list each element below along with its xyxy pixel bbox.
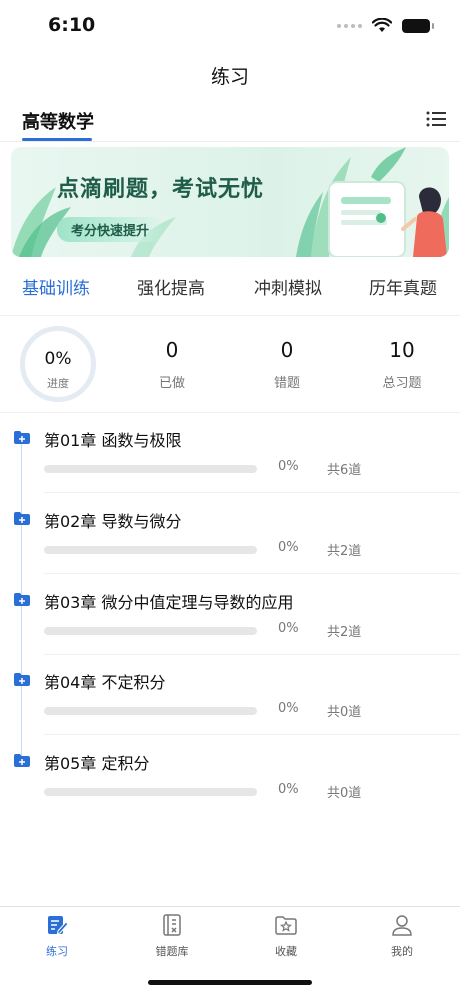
wifi-icon — [372, 18, 392, 32]
tab-intensive[interactable]: 强化提高 — [137, 274, 205, 299]
cellular-signal-icon — [337, 23, 362, 28]
status-indicators — [337, 18, 434, 33]
page-title: 练习 — [210, 66, 249, 88]
stat-wrong-label: 错题 — [273, 376, 300, 391]
chapter-title: 第01章 函数与极限 — [44, 431, 182, 450]
tabbar-item-profile[interactable]: 我的 — [362, 913, 442, 959]
chapter-item[interactable]: 第02章 导数与微分 0% 共2道 — [0, 494, 460, 574]
chapter-percent: 0% — [278, 782, 299, 797]
divider — [44, 492, 460, 493]
chapter-percent: 0% — [278, 540, 299, 555]
stat-wrong-value: 0 — [280, 338, 294, 362]
chapter-title: 第04章 不定积分 — [44, 673, 166, 692]
stat-done: 0 已做 — [132, 338, 212, 391]
chapter-title: 第03章 微分中值定理与导数的应用 — [44, 593, 294, 612]
status-time: 6:10 — [48, 14, 96, 36]
stat-total-value: 10 — [389, 338, 415, 362]
tabbar-label: 我的 — [391, 945, 413, 958]
chapter-item[interactable]: 第03章 微分中值定理与导数的应用 0% 共2道 — [0, 575, 460, 655]
folder-add-icon — [14, 673, 30, 686]
chapter-question-count: 共2道 — [327, 625, 362, 640]
promo-banner[interactable]: 点滴刷题，考试无忧 考分快速提升 — [11, 147, 449, 257]
subject-tab[interactable]: 高等数学 — [22, 108, 94, 134]
chapter-question-count: 共0道 — [327, 786, 362, 801]
tabbar-item-practice[interactable]: 练习 — [17, 913, 97, 959]
chapter-title: 第05章 定积分 — [44, 754, 150, 773]
user-icon — [392, 915, 412, 936]
subject-selector: 高等数学 — [0, 100, 460, 142]
edit-note-icon — [48, 916, 69, 935]
chapter-progress-bar — [44, 788, 257, 796]
chapter-question-count: 共6道 — [327, 463, 362, 478]
folder-add-icon — [14, 431, 30, 444]
chapter-title: 第02章 导数与微分 — [44, 512, 182, 531]
folder-add-icon — [14, 754, 30, 767]
tab-sprint-mock[interactable]: 冲刺模拟 — [254, 274, 322, 299]
progress-value: 0% — [44, 349, 72, 369]
chapter-item[interactable]: 第05章 定积分 0% 共0道 — [0, 736, 460, 816]
stat-wrong: 0 错题 — [247, 338, 327, 391]
chapter-progress-bar — [44, 707, 257, 715]
chapter-question-count: 共2道 — [327, 544, 362, 559]
chapter-progress-bar — [44, 465, 257, 473]
tabbar-item-error-book[interactable]: 错题库 — [132, 913, 212, 959]
chapter-percent: 0% — [278, 459, 299, 474]
chapter-item[interactable]: 第01章 函数与极限 0% 共6道 — [0, 413, 460, 493]
star-folder-icon — [275, 916, 297, 935]
banner-tagline: 考分快速提升 — [57, 217, 164, 242]
chapter-progress-bar — [44, 627, 257, 635]
tabbar-item-favorites[interactable]: 收藏 — [246, 913, 326, 959]
home-indicator — [148, 980, 312, 985]
tabbar-label: 练习 — [46, 945, 68, 958]
status-bar: 6:10 — [0, 0, 460, 52]
tabbar-label: 错题库 — [155, 945, 189, 958]
chapter-progress-bar — [44, 546, 257, 554]
stat-total-label: 总习题 — [382, 376, 422, 391]
divider — [44, 573, 460, 574]
banner-title: 点滴刷题，考试无忧 — [57, 177, 265, 202]
folder-add-icon — [14, 593, 30, 606]
chapter-percent: 0% — [278, 621, 299, 636]
stat-total: 10 总习题 — [362, 338, 442, 391]
tab-basic-training[interactable]: 基础训练 — [22, 274, 90, 299]
practice-type-tabs: 基础训练 强化提高 冲刺模拟 历年真题 — [0, 274, 460, 304]
tab-past-exams[interactable]: 历年真题 — [369, 274, 437, 299]
battery-icon — [402, 18, 434, 33]
stats-panel: 0% 进度 0 已做 0 错题 10 总习题 — [0, 320, 460, 410]
divider — [0, 315, 460, 316]
folder-add-icon — [14, 512, 30, 525]
divider — [44, 734, 460, 735]
progress-ring: 0% 进度 — [20, 326, 96, 402]
subject-tab-indicator — [22, 138, 92, 141]
stat-done-value: 0 — [165, 338, 179, 362]
progress-label: 进度 — [47, 377, 69, 390]
stat-done-label: 已做 — [158, 376, 185, 391]
list-menu-icon[interactable] — [426, 110, 446, 128]
chapter-percent: 0% — [278, 701, 299, 716]
chapter-item[interactable]: 第04章 不定积分 0% 共0道 — [0, 655, 460, 735]
error-book-icon — [163, 914, 181, 936]
tabbar-label: 收藏 — [275, 945, 297, 958]
chapter-question-count: 共0道 — [327, 705, 362, 720]
